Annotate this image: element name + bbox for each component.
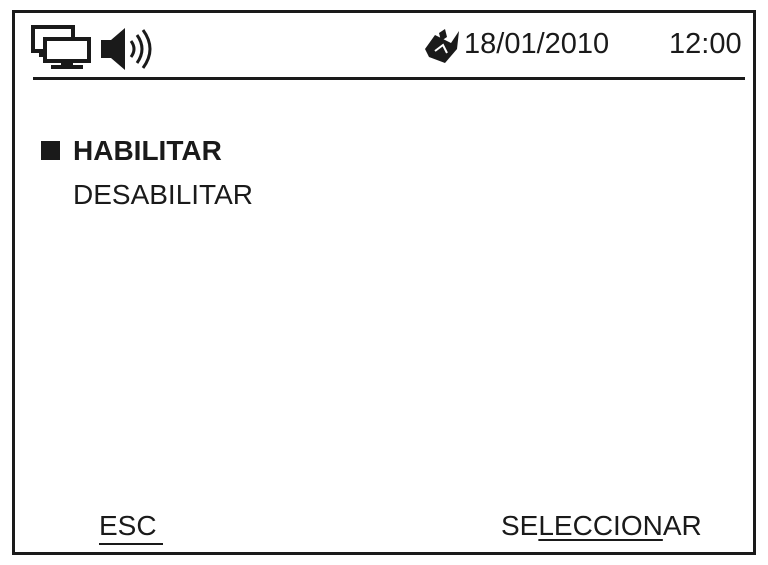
speaker-icon — [101, 28, 152, 70]
menu-item-desabilitar[interactable]: DESABILITAR — [39, 175, 253, 219]
device-screen: 18/01/2010 12:00 HABILITAR DESABILITAR E… — [12, 10, 756, 555]
status-divider — [33, 77, 745, 80]
select-softkey[interactable]: SELECCIONAR — [501, 509, 702, 543]
esc-softkey[interactable]: ESC — [99, 509, 163, 545]
select-label-suffix: AR — [662, 510, 702, 541]
status-bar: 18/01/2010 12:00 — [15, 13, 753, 81]
status-time: 12:00 — [669, 28, 742, 60]
menu-item-label: HABILITAR — [73, 135, 222, 166]
select-label-prefix: SE — [501, 510, 539, 541]
esc-label: ESC — [99, 510, 157, 541]
menu-item-habilitar[interactable]: HABILITAR — [39, 131, 253, 175]
selection-bullet-icon — [41, 141, 60, 160]
battery-charging-icon — [425, 29, 459, 63]
option-menu: HABILITAR DESABILITAR — [39, 131, 253, 219]
select-label-underlined: LECCION — [538, 510, 663, 541]
status-date: 18/01/2010 — [464, 28, 610, 60]
network-icon — [31, 25, 91, 69]
menu-item-label: DESABILITAR — [73, 179, 253, 210]
